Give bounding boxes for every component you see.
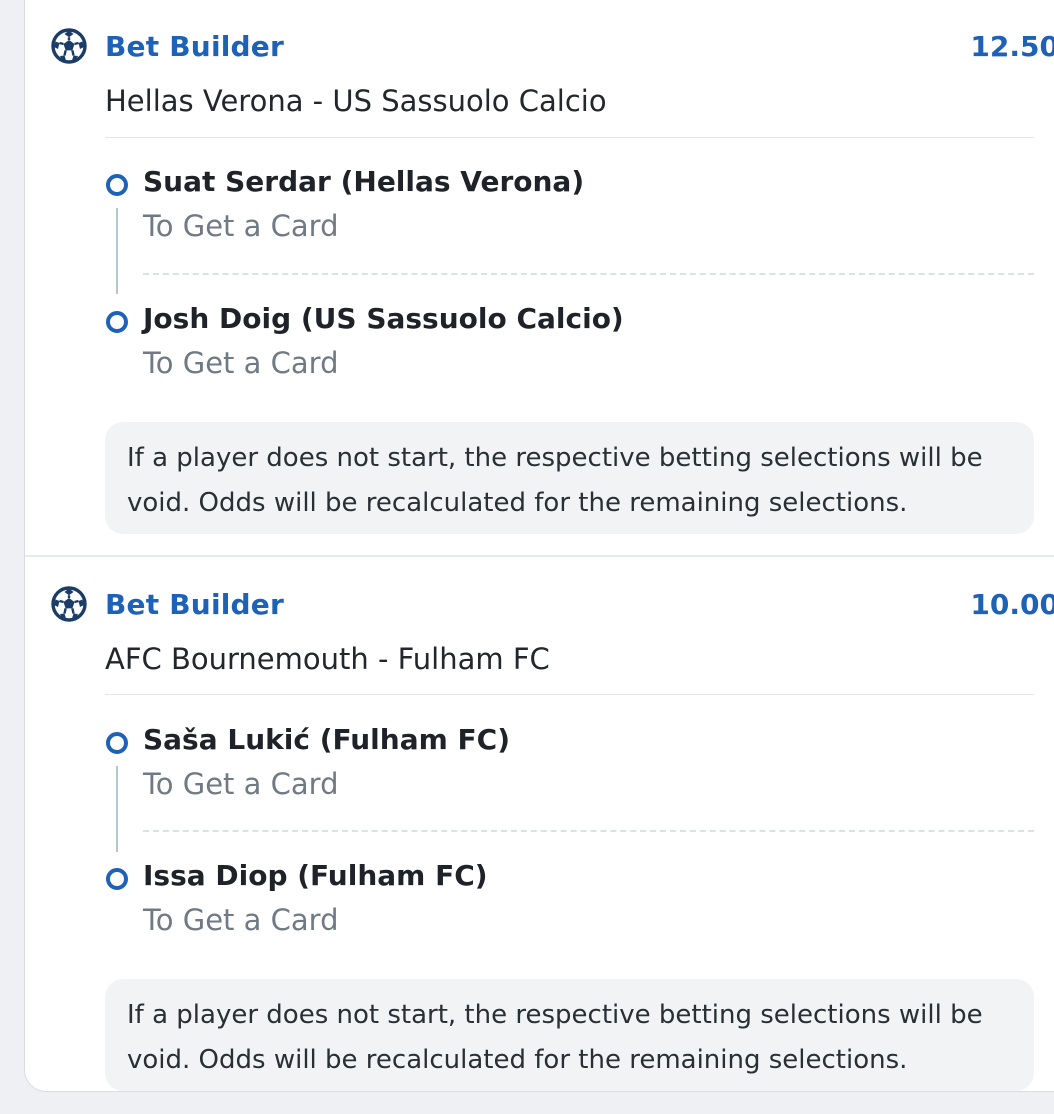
bet-odds: 10.00 <box>970 587 1054 621</box>
bet-type-title: Bet Builder <box>105 587 284 621</box>
match-name: Hellas Verona - US Sassuolo Calcio <box>105 84 607 118</box>
selection-market: To Get a Card <box>143 209 339 243</box>
bet-slip-card: Bet Builder 12.50 Hellas Verona - US Sas… <box>24 0 1054 1092</box>
selection-bullet-icon <box>106 868 128 890</box>
divider <box>105 694 1034 695</box>
selection-market: To Get a Card <box>143 767 339 801</box>
match-name: AFC Bournemouth - Fulham FC <box>105 642 550 676</box>
selection-divider <box>143 273 1034 275</box>
soccer-ball-icon <box>51 28 87 64</box>
selection-divider <box>143 830 1034 832</box>
bet-builder-item[interactable]: Bet Builder 12.50 Hellas Verona - US Sas… <box>25 0 1054 557</box>
selection-player: Josh Doig (US Sassuolo Calcio) <box>143 302 624 335</box>
void-rule-note: If a player does not start, the respecti… <box>105 422 1034 534</box>
void-rule-note: If a player does not start, the respecti… <box>105 979 1034 1091</box>
bet-builder-item[interactable]: Bet Builder 10.00 AFC Bournemouth - Fulh… <box>25 558 1054 1091</box>
bet-odds: 12.50 <box>970 29 1054 63</box>
bet-header: Bet Builder 12.50 <box>51 26 1054 66</box>
divider <box>105 137 1034 138</box>
soccer-ball-icon <box>51 586 87 622</box>
bet-header: Bet Builder 10.00 <box>51 584 1054 624</box>
selection-market: To Get a Card <box>143 903 339 937</box>
selection-bullet-icon <box>106 174 128 196</box>
selection-bullet-icon <box>106 311 128 333</box>
selection-player: Suat Serdar (Hellas Verona) <box>143 165 585 198</box>
selection-player: Saša Lukić (Fulham FC) <box>143 723 510 756</box>
bet-type-title: Bet Builder <box>105 29 284 63</box>
selection-connector-line <box>116 766 118 852</box>
selection-bullet-icon <box>106 732 128 754</box>
selection-player: Issa Diop (Fulham FC) <box>143 859 488 892</box>
selection-connector-line <box>116 208 118 294</box>
selection-market: To Get a Card <box>143 346 339 380</box>
